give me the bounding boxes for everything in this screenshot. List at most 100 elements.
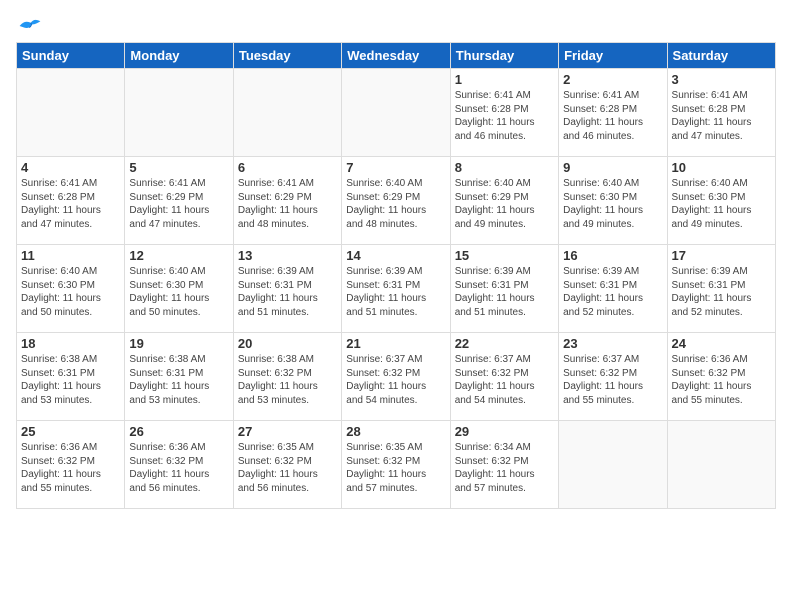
cell-info: Sunrise: 6:37 AMSunset: 6:32 PMDaylight:…: [455, 353, 554, 407]
cell-info: Sunrise: 6:40 AMSunset: 6:29 PMDaylight:…: [455, 177, 554, 231]
calendar-cell: 24 Sunrise: 6:36 AMSunset: 6:32 PMDayligh…: [667, 333, 775, 421]
day-number: 15: [455, 248, 554, 263]
day-number: 1: [455, 72, 554, 87]
cell-info: Sunrise: 6:40 AMSunset: 6:30 PMDaylight:…: [21, 265, 120, 319]
day-number: 26: [129, 424, 228, 439]
calendar-cell: 12 Sunrise: 6:40 AMSunset: 6:30 PMDayligh…: [125, 245, 233, 333]
cell-info: Sunrise: 6:39 AMSunset: 6:31 PMDaylight:…: [455, 265, 554, 319]
day-number: 10: [672, 160, 771, 175]
calendar-cell: 8 Sunrise: 6:40 AMSunset: 6:29 PMDaylight…: [450, 157, 558, 245]
day-number: 25: [21, 424, 120, 439]
cell-info: Sunrise: 6:41 AMSunset: 6:28 PMDaylight:…: [563, 89, 662, 143]
day-number: 17: [672, 248, 771, 263]
calendar-cell: 19 Sunrise: 6:38 AMSunset: 6:31 PMDayligh…: [125, 333, 233, 421]
day-number: 28: [346, 424, 445, 439]
day-number: 29: [455, 424, 554, 439]
cell-info: Sunrise: 6:36 AMSunset: 6:32 PMDaylight:…: [21, 441, 120, 495]
calendar-cell: [559, 421, 667, 509]
day-number: 27: [238, 424, 337, 439]
cell-info: Sunrise: 6:38 AMSunset: 6:31 PMDaylight:…: [21, 353, 120, 407]
cell-info: Sunrise: 6:35 AMSunset: 6:32 PMDaylight:…: [346, 441, 445, 495]
col-header-tuesday: Tuesday: [233, 43, 341, 69]
cell-info: Sunrise: 6:37 AMSunset: 6:32 PMDaylight:…: [563, 353, 662, 407]
day-number: 12: [129, 248, 228, 263]
day-number: 23: [563, 336, 662, 351]
week-row-2: 4 Sunrise: 6:41 AMSunset: 6:28 PMDaylight…: [17, 157, 776, 245]
day-number: 21: [346, 336, 445, 351]
calendar-cell: 6 Sunrise: 6:41 AMSunset: 6:29 PMDaylight…: [233, 157, 341, 245]
cell-info: Sunrise: 6:41 AMSunset: 6:28 PMDaylight:…: [455, 89, 554, 143]
calendar-cell: 17Sunrise: 6:39 AMSunset: 6:31 PMDayligh…: [667, 245, 775, 333]
calendar-cell: [342, 69, 450, 157]
day-number: 2: [563, 72, 662, 87]
week-row-4: 18 Sunrise: 6:38 AMSunset: 6:31 PMDayligh…: [17, 333, 776, 421]
cell-info: Sunrise: 6:35 AMSunset: 6:32 PMDaylight:…: [238, 441, 337, 495]
calendar-cell: 21 Sunrise: 6:37 AMSunset: 6:32 PMDayligh…: [342, 333, 450, 421]
cell-info: Sunrise: 6:39 AMSunset: 6:31 PMDaylight:…: [238, 265, 337, 319]
col-header-saturday: Saturday: [667, 43, 775, 69]
cell-info: Sunrise: 6:40 AMSunset: 6:29 PMDaylight:…: [346, 177, 445, 231]
calendar-cell: 5 Sunrise: 6:41 AMSunset: 6:29 PMDaylight…: [125, 157, 233, 245]
cell-info: Sunrise: 6:41 AMSunset: 6:29 PMDaylight:…: [129, 177, 228, 231]
week-row-1: 1 Sunrise: 6:41 AMSunset: 6:28 PMDaylight…: [17, 69, 776, 157]
calendar-cell: 1 Sunrise: 6:41 AMSunset: 6:28 PMDaylight…: [450, 69, 558, 157]
cell-info: Sunrise: 6:39 AMSunset: 6:31 PMDaylight:…: [346, 265, 445, 319]
day-number: 9: [563, 160, 662, 175]
col-header-thursday: Thursday: [450, 43, 558, 69]
calendar-cell: 23 Sunrise: 6:37 AMSunset: 6:32 PMDayligh…: [559, 333, 667, 421]
calendar-cell: [667, 421, 775, 509]
logo: [16, 16, 42, 36]
cell-info: Sunrise: 6:36 AMSunset: 6:32 PMDaylight:…: [672, 353, 771, 407]
calendar-cell: 28 Sunrise: 6:35 AMSunset: 6:32 PMDayligh…: [342, 421, 450, 509]
cell-info: Sunrise: 6:40 AMSunset: 6:30 PMDaylight:…: [672, 177, 771, 231]
day-number: 14: [346, 248, 445, 263]
calendar-cell: 9Sunrise: 6:40 AMSunset: 6:30 PMDaylight…: [559, 157, 667, 245]
cell-info: Sunrise: 6:41 AMSunset: 6:29 PMDaylight:…: [238, 177, 337, 231]
day-number: 18: [21, 336, 120, 351]
calendar-cell: 4 Sunrise: 6:41 AMSunset: 6:28 PMDaylight…: [17, 157, 125, 245]
calendar-cell: 14 Sunrise: 6:39 AMSunset: 6:31 PMDayligh…: [342, 245, 450, 333]
calendar-cell: 25 Sunrise: 6:36 AMSunset: 6:32 PMDayligh…: [17, 421, 125, 509]
day-number: 4: [21, 160, 120, 175]
calendar-cell: 7 Sunrise: 6:40 AMSunset: 6:29 PMDaylight…: [342, 157, 450, 245]
calendar-cell: 27 Sunrise: 6:35 AMSunset: 6:32 PMDayligh…: [233, 421, 341, 509]
calendar-cell: 13 Sunrise: 6:39 AMSunset: 6:31 PMDayligh…: [233, 245, 341, 333]
day-number: 22: [455, 336, 554, 351]
day-number: 3: [672, 72, 771, 87]
calendar-cell: 29 Sunrise: 6:34 AMSunset: 6:32 PMDayligh…: [450, 421, 558, 509]
page: SundayMondayTuesdayWednesdayThursdayFrid…: [0, 0, 792, 612]
day-number: 16: [563, 248, 662, 263]
col-header-wednesday: Wednesday: [342, 43, 450, 69]
calendar-cell: 10 Sunrise: 6:40 AMSunset: 6:30 PMDayligh…: [667, 157, 775, 245]
week-row-3: 11Sunrise: 6:40 AMSunset: 6:30 PMDayligh…: [17, 245, 776, 333]
cell-info: Sunrise: 6:38 AMSunset: 6:31 PMDaylight:…: [129, 353, 228, 407]
logo-bird-icon: [18, 16, 42, 36]
cell-info: Sunrise: 6:34 AMSunset: 6:32 PMDaylight:…: [455, 441, 554, 495]
calendar-cell: [17, 69, 125, 157]
header-row: SundayMondayTuesdayWednesdayThursdayFrid…: [17, 43, 776, 69]
cell-info: Sunrise: 6:37 AMSunset: 6:32 PMDaylight:…: [346, 353, 445, 407]
day-number: 13: [238, 248, 337, 263]
calendar-cell: [125, 69, 233, 157]
calendar-cell: [233, 69, 341, 157]
calendar-cell: 18 Sunrise: 6:38 AMSunset: 6:31 PMDayligh…: [17, 333, 125, 421]
day-number: 24: [672, 336, 771, 351]
week-row-5: 25 Sunrise: 6:36 AMSunset: 6:32 PMDayligh…: [17, 421, 776, 509]
calendar-cell: 16 Sunrise: 6:39 AMSunset: 6:31 PMDayligh…: [559, 245, 667, 333]
cell-info: Sunrise: 6:40 AMSunset: 6:30 PMDaylight:…: [129, 265, 228, 319]
col-header-monday: Monday: [125, 43, 233, 69]
calendar-table: SundayMondayTuesdayWednesdayThursdayFrid…: [16, 42, 776, 509]
day-number: 6: [238, 160, 337, 175]
cell-info: Sunrise: 6:39 AMSunset: 6:31 PMDaylight:…: [563, 265, 662, 319]
day-number: 19: [129, 336, 228, 351]
cell-info: Sunrise: 6:41 AMSunset: 6:28 PMDaylight:…: [672, 89, 771, 143]
cell-info: Sunrise: 6:41 AMSunset: 6:28 PMDaylight:…: [21, 177, 120, 231]
col-header-friday: Friday: [559, 43, 667, 69]
calendar-cell: 20Sunrise: 6:38 AMSunset: 6:32 PMDayligh…: [233, 333, 341, 421]
cell-info: Sunrise: 6:36 AMSunset: 6:32 PMDaylight:…: [129, 441, 228, 495]
calendar-cell: 15 Sunrise: 6:39 AMSunset: 6:31 PMDayligh…: [450, 245, 558, 333]
day-number: 5: [129, 160, 228, 175]
calendar-cell: 3 Sunrise: 6:41 AMSunset: 6:28 PMDaylight…: [667, 69, 775, 157]
day-number: 8: [455, 160, 554, 175]
day-number: 7: [346, 160, 445, 175]
